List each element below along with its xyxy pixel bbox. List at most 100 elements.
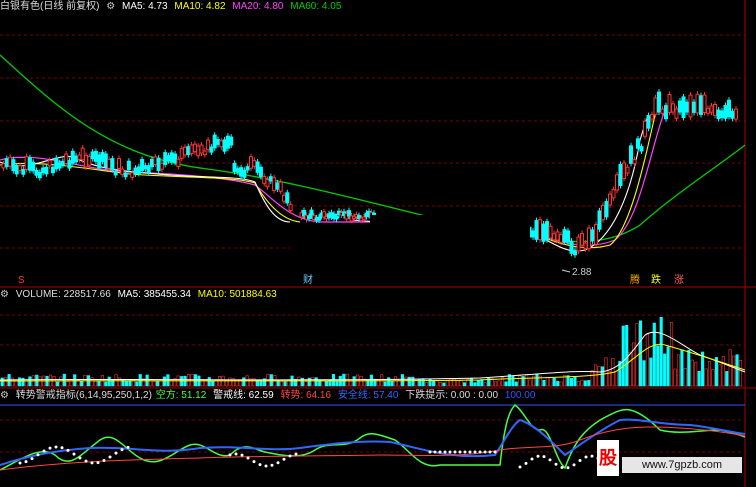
volume-bar	[314, 377, 318, 387]
volume-bar	[138, 374, 142, 387]
candle-body	[183, 146, 187, 156]
indicator-dot	[114, 451, 118, 455]
candle-body	[288, 203, 293, 212]
candle-body	[153, 156, 158, 165]
volume-bar	[649, 357, 653, 387]
candle-body	[173, 153, 178, 163]
indicator-dot	[473, 450, 477, 454]
indicator-dot	[536, 454, 540, 458]
indicator-dot	[560, 465, 564, 469]
candle-body	[229, 136, 234, 146]
volume-bar	[469, 377, 474, 387]
volume-bar	[17, 377, 22, 387]
candle-body	[70, 150, 75, 164]
candle-body	[199, 144, 204, 154]
volume-bar	[449, 378, 453, 387]
main-legend: 白银有色(日线 前复权) ⚙ MA5: 4.73 MA10: 4.82 MA20…	[0, 1, 345, 13]
volume-bar	[580, 379, 584, 387]
event-zhang-marker[interactable]: 涨	[674, 276, 684, 286]
volume-bar	[497, 380, 501, 387]
candle-body	[146, 165, 151, 174]
candle-body	[541, 223, 546, 242]
event-die-marker[interactable]: 跌	[651, 276, 661, 286]
candle-body	[37, 171, 42, 179]
candle-body	[67, 160, 72, 169]
candle-body	[176, 158, 181, 168]
chart-canvas[interactable]	[0, 0, 756, 487]
ma10-label: MA10: 4.82	[174, 1, 226, 12]
candle-body	[222, 139, 227, 152]
candle-body	[34, 169, 39, 176]
volume-bar	[721, 355, 725, 387]
volume-bar	[683, 368, 687, 387]
indicator-name: 转势警戒指标(6,14,95,250,1,2)	[15, 390, 152, 401]
volume-bar	[701, 351, 705, 387]
candle-body	[93, 151, 98, 162]
candle-body	[646, 115, 651, 129]
indicator-gear-icon[interactable]: ⚙	[0, 390, 9, 401]
volume-bar	[694, 361, 698, 387]
indicator-dot	[72, 452, 76, 456]
candle-body	[636, 138, 640, 149]
candle-body	[57, 162, 62, 169]
price-gap-mask-left	[450, 222, 530, 232]
volume-gear-icon[interactable]: ⚙	[0, 289, 9, 300]
indicator-dot	[54, 445, 58, 449]
candle-body	[87, 156, 92, 166]
volume-bar	[200, 378, 204, 387]
candle-body	[120, 168, 125, 175]
volume-bar	[666, 346, 670, 387]
indicator-xiadie: 下跌提示: 0.00 : 0.00	[405, 390, 499, 401]
indicator-dot	[578, 459, 582, 463]
indicator-dot	[288, 454, 292, 458]
gear-icon[interactable]: ⚙	[106, 1, 115, 12]
indicator-dot	[258, 463, 262, 467]
volume-bar	[576, 381, 580, 387]
volume-bar	[283, 381, 287, 387]
volume-bar	[155, 381, 160, 387]
candle-body	[156, 157, 161, 172]
indicator-dot	[42, 449, 46, 453]
indicator-dot	[584, 455, 588, 459]
candle-body	[47, 159, 52, 167]
volume-bar	[80, 380, 84, 387]
candle-body	[77, 154, 82, 160]
candle-body	[587, 227, 591, 250]
volume-bar	[421, 378, 425, 387]
candle-body	[604, 201, 609, 218]
candle-body	[608, 193, 612, 206]
event-teng-marker[interactable]: 腾	[630, 276, 640, 286]
indicator-dot	[438, 450, 442, 454]
event-s-marker[interactable]: S	[18, 276, 25, 286]
volume-bar	[687, 349, 691, 387]
candle-body	[268, 176, 273, 182]
candle-body	[51, 166, 55, 174]
volume-bar	[604, 357, 608, 387]
volume-bar	[587, 380, 591, 387]
candle-body	[601, 204, 605, 221]
candle-body	[611, 189, 616, 199]
indicator-dot	[270, 463, 274, 467]
indicator-dot	[483, 450, 487, 454]
candle-body	[653, 97, 658, 115]
candle-body	[671, 103, 675, 113]
event-cai-marker[interactable]: 财	[303, 276, 313, 286]
volume-bar	[149, 380, 153, 387]
volume-bar	[411, 376, 415, 387]
candle-body	[639, 146, 644, 152]
candle-body	[275, 182, 280, 190]
indicator-dot	[433, 450, 437, 454]
candle-body	[107, 158, 112, 169]
candle-body	[573, 249, 577, 256]
volume-bar	[597, 366, 601, 387]
volume-bar	[169, 380, 173, 387]
candle-body	[258, 166, 263, 178]
candle-body	[685, 101, 689, 113]
candle-body	[110, 158, 115, 171]
volume-bar	[480, 379, 484, 387]
volume-bar	[152, 381, 156, 387]
indicator-dot	[448, 450, 452, 454]
volume-bar	[135, 381, 139, 387]
volume-bar	[55, 381, 60, 387]
candle-body	[660, 108, 665, 114]
